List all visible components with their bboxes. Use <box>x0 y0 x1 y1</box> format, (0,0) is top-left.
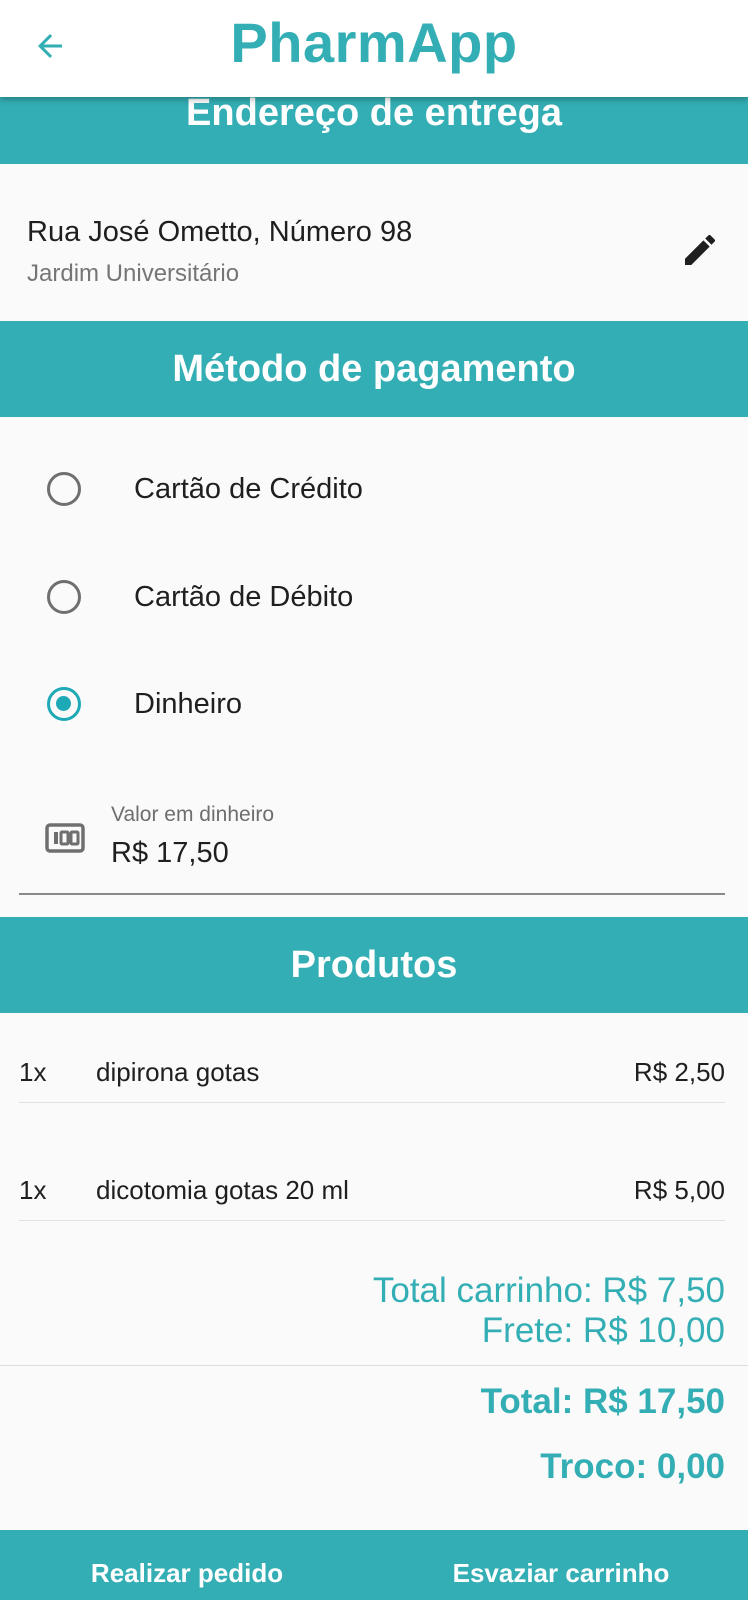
product-quantity: 1x <box>19 1175 47 1205</box>
radio-debit-card[interactable] <box>47 580 81 614</box>
grand-total: Total: R$ 17,50 <box>480 1382 725 1421</box>
product-row: 1x dicotomia gotas 20 ml R$ 5,00 <box>19 1161 725 1221</box>
product-name: dicotomia gotas 20 ml <box>96 1175 349 1205</box>
product-name: dipirona gotas <box>96 1057 260 1087</box>
payment-option-debit[interactable]: Cartão de Débito <box>0 547 748 647</box>
edit-pencil-icon <box>685 234 716 265</box>
app-title: PharmApp <box>230 11 518 74</box>
address-header-label: Endereço de entrega <box>186 92 562 134</box>
product-price: R$ 2,50 <box>633 1057 725 1087</box>
bottom-action-bar: Realizar pedido Esvaziar carrinho <box>0 1530 748 1600</box>
change-amount: Troco: 0,00 <box>540 1447 725 1486</box>
address-section-header: Endereço de entrega <box>0 93 748 164</box>
payment-section-header: Método de pagamento <box>0 321 748 417</box>
payment-option-label: Dinheiro <box>134 688 242 720</box>
cash-input-underline <box>19 893 725 895</box>
payment-option-label: Cartão de Débito <box>134 581 354 613</box>
place-order-button[interactable]: Realizar pedido <box>0 1530 374 1600</box>
payment-option-credit[interactable]: Cartão de Crédito <box>0 440 748 540</box>
cash-amount-label: Valor em dinheiro <box>111 803 275 826</box>
freight-cost: Frete: R$ 10,00 <box>481 1311 725 1350</box>
clear-cart-button[interactable]: Esvaziar carrinho <box>374 1530 748 1600</box>
money-icon <box>45 823 85 853</box>
edit-address-button[interactable] <box>676 226 724 274</box>
app-bar: PharmApp <box>0 0 748 97</box>
product-quantity: 1x <box>19 1057 47 1087</box>
cart-total: Total carrinho: R$ 7,50 <box>372 1271 725 1310</box>
cash-amount-input[interactable]: R$ 17,50 <box>111 837 229 870</box>
address-district: Jardim Universitário <box>27 260 240 287</box>
summary-divider <box>0 1365 748 1366</box>
payment-option-cash[interactable]: Dinheiro <box>0 654 748 754</box>
address-street: Rua José Ometto, Número 98 <box>27 216 413 248</box>
radio-cash[interactable] <box>47 687 81 721</box>
product-row: 1x dipirona gotas R$ 2,50 <box>19 1043 725 1103</box>
payment-option-label: Cartão de Crédito <box>134 473 363 505</box>
radio-credit-card[interactable] <box>47 472 81 506</box>
product-price: R$ 5,00 <box>633 1175 725 1205</box>
products-section-header: Produtos <box>0 917 748 1013</box>
